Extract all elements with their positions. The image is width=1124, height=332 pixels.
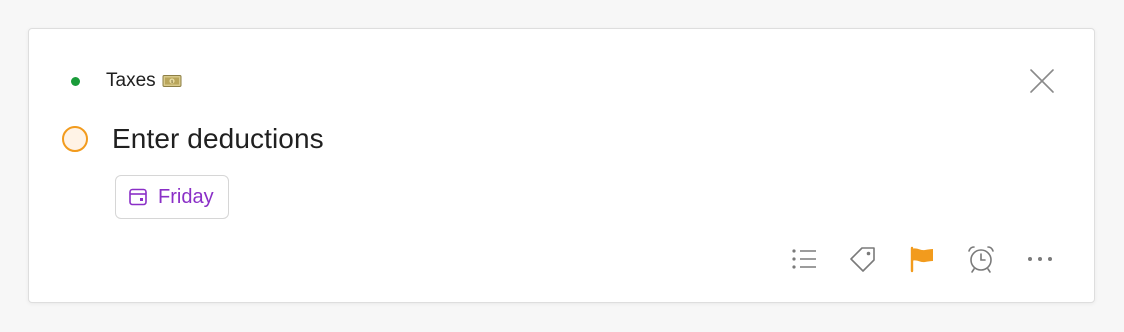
project-name: Taxes <box>106 70 156 91</box>
priority-button[interactable] <box>904 241 940 277</box>
project-color-dot <box>71 76 80 86</box>
task-action-toolbar <box>763 241 1058 277</box>
money-emoji-icon: $ <box>162 74 182 88</box>
project-breadcrumb[interactable]: Taxes $ <box>71 69 182 93</box>
more-options-icon <box>1028 257 1052 261</box>
more-options-button[interactable] <box>1022 241 1058 277</box>
due-date-label: Friday <box>158 185 214 208</box>
calendar-icon <box>128 187 148 207</box>
subtasks-icon <box>792 249 816 269</box>
reminder-button[interactable] <box>963 241 999 277</box>
priority-flag-icon <box>910 246 933 273</box>
label-button[interactable] <box>845 241 881 277</box>
due-date-button[interactable]: Friday <box>115 175 229 219</box>
task-detail-card: Taxes $ Enter deductions Friday <box>28 28 1095 303</box>
alarm-clock-icon <box>968 246 994 273</box>
close-icon <box>1030 69 1054 93</box>
svg-text:$: $ <box>170 79 173 85</box>
task-title[interactable]: Enter deductions <box>112 123 324 155</box>
task-row: Enter deductions <box>62 121 324 157</box>
close-button[interactable] <box>1026 65 1058 97</box>
project-name-group: Taxes $ <box>106 70 182 92</box>
subtasks-button[interactable] <box>786 241 822 277</box>
label-tag-icon <box>850 247 875 272</box>
task-complete-checkbox[interactable] <box>62 126 88 152</box>
